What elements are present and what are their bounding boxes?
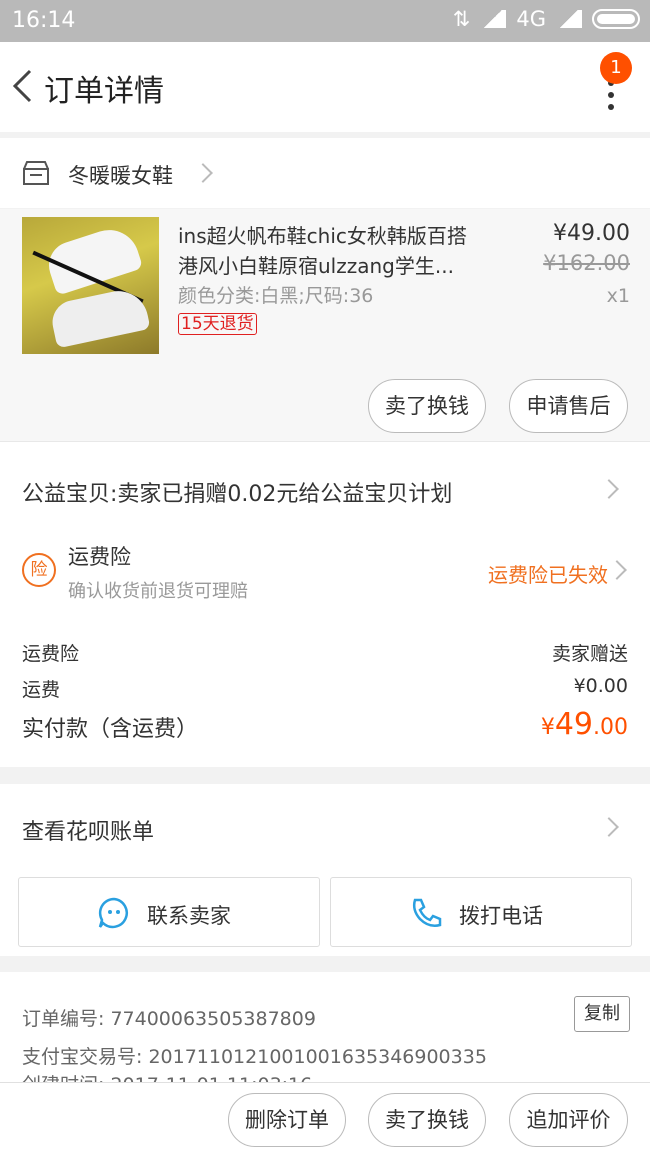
order-number: 订单编号: 77400063505387809	[22, 1008, 316, 1030]
original-price: ¥162.00	[543, 251, 630, 275]
status-bar: 16:14 ⇅ 4G	[0, 0, 650, 42]
sell-for-cash-button[interactable]: 卖了换钱	[368, 379, 486, 433]
total-label: 实付款（含运费）	[22, 717, 199, 742]
charity-text: 公益宝贝:卖家已捐赠0.02元给公益宝贝计划	[22, 482, 453, 507]
huabei-section: 查看花呗账单 联系卖家 拨打电话	[0, 784, 650, 956]
notification-badge: 1	[600, 52, 632, 84]
order-info: 订单编号: 77400063505387809 支付宝交易号: 20171101…	[0, 972, 650, 1082]
more-menu-icon[interactable]	[608, 80, 614, 116]
signal-icon-2	[556, 10, 582, 28]
chat-icon	[98, 897, 128, 929]
charity-row[interactable]: 公益宝贝:卖家已捐赠0.02元给公益宝贝计划	[0, 441, 650, 535]
page-title: 订单详情	[44, 74, 164, 109]
product-price: ¥49.00	[553, 221, 630, 246]
chevron-right-icon	[599, 479, 619, 499]
copy-button[interactable]: 复制	[574, 996, 630, 1032]
back-arrow-icon[interactable]	[10, 68, 36, 104]
product-title[interactable]: ins超火帆布鞋chic女秋韩版百搭 港风小白鞋原宿ulzzang学生...	[178, 221, 498, 281]
data-transfer-icon: ⇅	[452, 7, 471, 31]
insurance-status[interactable]: 运费险已失效	[488, 559, 608, 588]
status-time: 16:14	[12, 8, 76, 33]
call-phone-button[interactable]: 拨打电话	[330, 877, 632, 947]
contact-seller-button[interactable]: 联系卖家	[18, 877, 320, 947]
shop-header[interactable]: 冬暖暖女鞋	[0, 138, 650, 208]
insurance-title: 运费险	[68, 545, 131, 569]
alipay-number: 支付宝交易号: 2017110121001001635346900335	[22, 1046, 487, 1068]
chevron-right-icon	[607, 560, 627, 580]
delete-order-button[interactable]: 删除订单	[228, 1093, 346, 1147]
chevron-right-icon	[599, 817, 619, 837]
product-image[interactable]	[22, 217, 159, 354]
battery-icon	[592, 9, 640, 29]
add-review-button[interactable]: 追加评价	[509, 1093, 628, 1147]
signal-icon	[480, 10, 507, 28]
store-icon	[23, 161, 49, 185]
total-amount: ¥49.00	[540, 707, 628, 742]
bottom-action-bar: 删除订单 卖了换钱 追加评价	[0, 1082, 650, 1155]
huabei-bill-link[interactable]: 查看花呗账单	[22, 814, 154, 846]
insurance-subtitle: 确认收货前退货可理赔	[68, 581, 248, 602]
insurance-section: 险 运费险 确认收货前退货可理赔 运费险已失效 运费险 卖家赠送 运费 ¥0.00 …	[0, 535, 650, 767]
chevron-right-icon	[193, 163, 213, 183]
network-type: 4G	[516, 7, 546, 31]
product-sku: 颜色分类:白黑;尺码:36	[178, 285, 374, 307]
phone-icon	[412, 898, 442, 927]
cost-row: 运费险 卖家赠送	[22, 643, 628, 665]
insurance-icon: 险	[22, 553, 56, 587]
created-time: 创建时间: 2017-11-01 11:03:16	[22, 1070, 312, 1082]
after-sales-button[interactable]: 申请售后	[509, 379, 628, 433]
nav-bar: 订单详情 1	[0, 42, 650, 132]
return-policy-tag: 15天退货	[178, 313, 257, 335]
cost-row: 运费 ¥0.00	[22, 675, 628, 701]
product-quantity: x1	[606, 285, 630, 307]
sell-for-cash-button-bottom[interactable]: 卖了换钱	[368, 1093, 486, 1147]
shop-name[interactable]: 冬暖暖女鞋	[68, 160, 173, 190]
product-card[interactable]: ins超火帆布鞋chic女秋韩版百搭 港风小白鞋原宿ulzzang学生... 颜…	[0, 209, 650, 441]
